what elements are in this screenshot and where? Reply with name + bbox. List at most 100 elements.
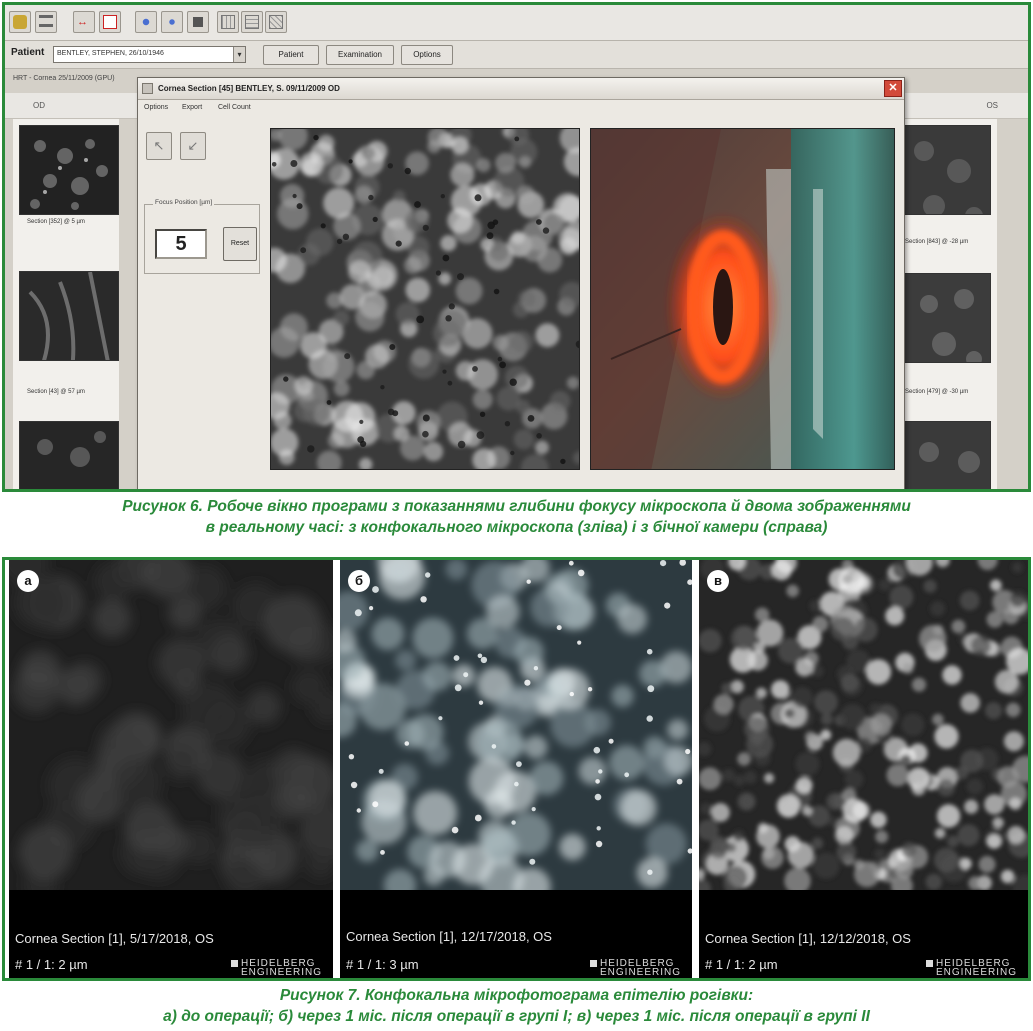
texture-blob: [660, 560, 667, 567]
blue-molecule-icon[interactable]: [135, 11, 157, 33]
menu-item-cell-count[interactable]: Cell Count: [218, 104, 251, 111]
thumbnail-image[interactable]: [19, 125, 119, 215]
texture-blob: [676, 778, 683, 785]
database-icon[interactable]: [9, 11, 31, 33]
texture-blob: [747, 650, 768, 671]
texture-blob: [395, 240, 402, 247]
texture-blob: [959, 590, 980, 611]
texture-blob: [721, 682, 733, 695]
texture-blob: [667, 719, 689, 741]
texture-blob: [510, 331, 533, 354]
texture-blob: [787, 842, 815, 869]
focus-position-group: Focus Position [µm] 5 Reset: [144, 199, 260, 274]
texture-blob: [617, 604, 647, 634]
texture-blob: [518, 290, 537, 309]
menu-item-export[interactable]: Export: [182, 104, 202, 111]
texture-blob: [986, 834, 1002, 849]
texture-blob: [594, 793, 602, 801]
texture-blob: [476, 431, 485, 439]
thumbnail-caption: Section [352] @ 5 µm: [27, 219, 85, 225]
figure-7-caption-line-2: а) до операції; б) через 1 міс. після оп…: [163, 1008, 870, 1025]
cornea-section-dialog: Cornea Section [45] BENTLEY, S. 09/11/20…: [137, 77, 905, 489]
texture-blob: [380, 850, 385, 855]
texture-blob: [416, 315, 425, 324]
list-icon[interactable]: [35, 11, 57, 33]
texture-blob: [811, 837, 824, 850]
texture-blob: [272, 748, 315, 791]
texture-blob: [292, 193, 297, 199]
texture-blob: [854, 861, 880, 888]
texture-blob: [559, 833, 586, 861]
stop-icon[interactable]: [187, 11, 209, 33]
texture-blob: [886, 763, 909, 787]
texture-blob: [685, 748, 691, 755]
texture-blob: [455, 361, 476, 381]
texture-blob: [722, 768, 735, 782]
texture-blob: [524, 735, 548, 759]
panel-c-image: [699, 560, 1028, 978]
arrows-red-icon[interactable]: ↔: [73, 11, 95, 33]
texture-blob: [387, 163, 393, 169]
texture-blob: [438, 716, 443, 721]
texture-blob: [442, 369, 447, 374]
texture-blob: [530, 587, 570, 627]
eye-left-label: OD: [33, 101, 45, 110]
reset-button[interactable]: Reset: [223, 227, 257, 261]
document-red-icon[interactable]: [99, 11, 121, 33]
texture-blob: [889, 585, 914, 610]
texture-blob: [291, 669, 327, 705]
dialog-title-bar: Cornea Section [45] BENTLEY, S. 09/11/20…: [138, 78, 904, 100]
texture-blob: [531, 807, 536, 812]
close-icon[interactable]: ✕: [884, 80, 902, 97]
options-button[interactable]: Options: [401, 45, 453, 65]
figure-6-caption-line-1: Рисунок 6. Робоче вікно програми з показ…: [122, 498, 911, 515]
texture-blob: [584, 709, 611, 736]
thumbnail-image[interactable]: [903, 273, 991, 363]
thumbnail-image[interactable]: [19, 271, 119, 361]
texture-blob: [556, 625, 562, 631]
texture-blob: [526, 579, 531, 584]
texture-blob: [472, 366, 478, 372]
texture-blob: [412, 617, 454, 659]
texture-blob: [423, 441, 444, 462]
texture-blob: [404, 741, 410, 746]
texture-blob: [809, 599, 822, 612]
texture-blob: [710, 803, 730, 822]
thumbnail-caption: Section [479] @ -30 µm: [905, 389, 969, 395]
texture-blob: [844, 770, 864, 789]
texture-blob: [510, 450, 515, 456]
texture-blob: [342, 233, 350, 240]
arrow-down-icon[interactable]: ↙: [180, 132, 206, 160]
logo-square-icon: [231, 960, 238, 967]
grid-icon[interactable]: [265, 11, 287, 33]
texture-blob: [997, 766, 1019, 788]
chevron-down-icon[interactable]: ▾: [233, 47, 245, 62]
texture-blob: [577, 640, 582, 645]
texture-blob: [744, 716, 770, 742]
thumbnail-image[interactable]: [903, 421, 991, 492]
texture-blob: [911, 677, 927, 692]
texture-blob: [516, 761, 522, 767]
texture-blob: [934, 724, 959, 749]
patient-select[interactable]: BENTLEY, STEPHEN, 26/10/1946 ▾: [53, 46, 246, 63]
texture-blob: [472, 389, 493, 410]
patient-button[interactable]: Patient: [263, 45, 319, 65]
texture-blob: [771, 680, 790, 699]
texture-blob: [393, 425, 410, 442]
texture-blob: [593, 746, 601, 754]
examination-button[interactable]: Examination: [326, 45, 394, 65]
texture-blob: [440, 235, 457, 252]
texture-blob: [414, 201, 421, 208]
panel-label-a: а: [17, 570, 39, 592]
thumbnail-image[interactable]: [19, 421, 119, 492]
texture-blob: [569, 691, 574, 697]
texture-blob: [646, 715, 653, 722]
menu-item-options[interactable]: Options: [144, 104, 168, 111]
texture-blob: [313, 134, 319, 141]
figure-6-screenshot: ↔ Patient BENTLEY, STEPHEN, 26/10/1946 ▾…: [2, 2, 1031, 492]
grid-icon[interactable]: [217, 11, 239, 33]
arrow-up-icon[interactable]: ↖: [146, 132, 172, 160]
grid-icon[interactable]: [241, 11, 263, 33]
thumbnail-image[interactable]: [903, 125, 991, 215]
blue-molecule-icon[interactable]: [161, 11, 183, 33]
